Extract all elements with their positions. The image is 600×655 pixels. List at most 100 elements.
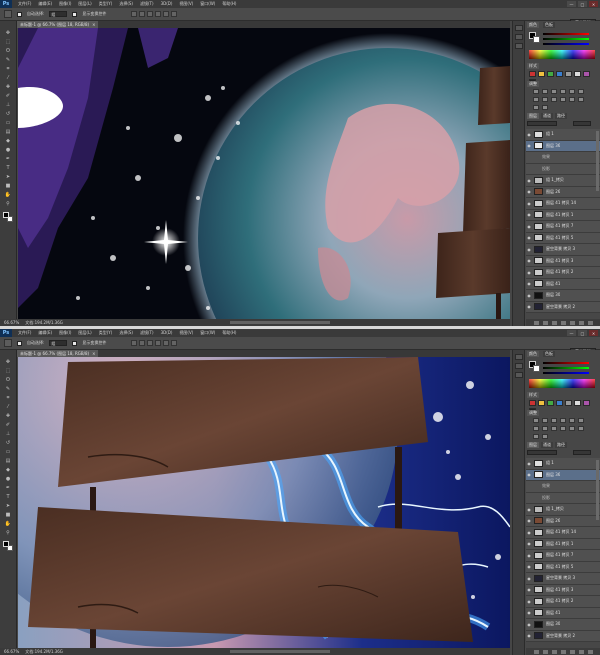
visibility-eye-icon[interactable]: ◉ (526, 212, 532, 217)
visibility-eye-icon[interactable]: ◉ (526, 293, 532, 298)
align-hcenter-icon[interactable] (163, 11, 170, 17)
align-bottom-icon[interactable] (147, 340, 154, 346)
tab-styles[interactable]: 样式 (527, 63, 539, 69)
properties-panel-icon[interactable] (515, 43, 523, 49)
tab-channels[interactable]: 通道 (541, 442, 553, 448)
visibility-eye-icon[interactable]: ◉ (526, 178, 532, 183)
visibility-eye-icon[interactable]: ◉ (526, 507, 532, 512)
history-brush-tool-icon[interactable]: ↺ (2, 110, 14, 117)
layer-row[interactable]: ◉ 星空背景 拷贝 3 (526, 244, 600, 256)
foreground-color-swatch[interactable] (3, 212, 9, 218)
visibility-eye-icon[interactable]: ◉ (526, 247, 532, 252)
move-tool-icon[interactable]: ✥ (2, 29, 14, 36)
move-tool-icon[interactable]: ✥ (2, 358, 14, 365)
menu-edit[interactable]: 编辑(E) (38, 1, 52, 7)
tab-adjustments[interactable]: 调整 (527, 81, 539, 87)
menu-file[interactable]: 文件(F) (18, 330, 31, 336)
tab-adjustments[interactable]: 调整 (527, 410, 539, 416)
zoom-tool-icon[interactable]: ⚲ (2, 200, 14, 207)
maximize-button[interactable]: □ (578, 1, 587, 7)
visibility-eye-icon[interactable]: ◉ (526, 610, 532, 615)
link-layers-icon[interactable] (534, 649, 539, 654)
layer-row[interactable]: ◉ 图层 36 (526, 140, 600, 152)
layer-row[interactable]: ◉ 图层 30 (526, 619, 600, 631)
shape-tool-icon[interactable]: ■ (2, 182, 14, 189)
visibility-eye-icon[interactable]: ◉ (526, 472, 532, 477)
visibility-eye-icon[interactable]: ◉ (526, 530, 532, 535)
link-layers-icon[interactable] (534, 320, 539, 325)
menu-type[interactable]: 类型(Y) (99, 330, 113, 336)
layer-row[interactable]: ◉ 图层 41 拷贝 5 (526, 233, 600, 244)
menu-layer[interactable]: 图层(L) (78, 1, 91, 7)
tab-paths[interactable]: 路径 (555, 442, 567, 448)
foreground-color-swatch[interactable] (3, 541, 9, 547)
align-right-icon[interactable] (171, 11, 178, 17)
blue-slider[interactable] (543, 372, 589, 374)
properties-panel-icon[interactable] (515, 372, 523, 378)
adjustment-layer-icon[interactable] (561, 649, 566, 654)
layer-row[interactable]: ◉ 图层 41 拷贝 1 (526, 210, 600, 221)
visibility-eye-icon[interactable]: ◉ (526, 270, 532, 275)
visibility-eye-icon[interactable]: ◉ (526, 304, 532, 309)
blend-mode-select[interactable] (527, 450, 557, 455)
layer-row[interactable]: ◉ 图层 36 (526, 469, 600, 481)
layer-row[interactable]: ◉ 图层 41 拷贝 14 (526, 198, 600, 210)
blur-tool-icon[interactable]: ◆ (2, 466, 14, 473)
new-layer-icon[interactable] (579, 320, 584, 325)
minimize-button[interactable]: — (567, 1, 576, 7)
align-right-icon[interactable] (171, 340, 178, 346)
menu-image[interactable]: 图像(I) (59, 1, 71, 7)
eraser-tool-icon[interactable]: ▭ (2, 119, 14, 126)
transform-controls-checkbox[interactable] (72, 11, 78, 17)
align-left-icon[interactable] (155, 340, 162, 346)
visibility-eye-icon[interactable]: ◉ (526, 258, 532, 263)
zoom-level[interactable]: 66.67% (4, 320, 19, 325)
visibility-eye-icon[interactable]: ◉ (526, 633, 532, 638)
tab-channels[interactable]: 通道 (541, 113, 553, 119)
layer-row[interactable]: ◉ 图层 41 拷贝 1 (526, 539, 600, 550)
menu-view[interactable]: 视图(V) (179, 330, 193, 336)
layer-row[interactable]: ◉ 图层 41 (526, 608, 600, 619)
gradient-tool-icon[interactable]: ▤ (2, 128, 14, 135)
crop-tool-icon[interactable]: ⌗ (2, 65, 14, 72)
visibility-eye-icon[interactable]: ◉ (526, 201, 532, 206)
trash-icon[interactable] (588, 320, 593, 325)
adjustment-layer-icon[interactable] (561, 320, 566, 325)
layer-row[interactable]: ◉ 图层 26 (526, 187, 600, 198)
menu-help[interactable]: 帮助(H) (222, 1, 236, 7)
align-vcenter-icon[interactable] (139, 340, 146, 346)
tab-layers[interactable]: 图层 (527, 442, 539, 448)
maximize-button[interactable]: □ (578, 330, 587, 336)
visibility-eye-icon[interactable]: ◉ (526, 564, 532, 569)
auto-select-checkbox[interactable] (17, 340, 22, 346)
move-tool-icon[interactable] (4, 339, 12, 347)
dodge-tool-icon[interactable]: ● (2, 475, 14, 482)
visibility-eye-icon[interactable]: ◉ (526, 143, 532, 148)
type-tool-icon[interactable]: T (2, 493, 14, 500)
eyedropper-tool-icon[interactable]: ⁄ (2, 74, 14, 81)
color-spectrum[interactable] (529, 50, 595, 59)
brush-tool-icon[interactable]: ✐ (2, 92, 14, 99)
menu-window[interactable]: 窗口(W) (200, 330, 215, 336)
trash-icon[interactable] (588, 649, 593, 654)
canvas[interactable] (18, 357, 510, 648)
blue-slider[interactable] (543, 43, 589, 45)
auto-select-dropdown[interactable]: 组 (49, 11, 68, 17)
document-tab[interactable]: 未标题-1 @ 66.7% (图层 18, RGB/8) × (17, 21, 99, 28)
menu-select[interactable]: 选择(S) (119, 1, 133, 7)
menu-filter[interactable]: 滤镜(T) (140, 1, 154, 7)
layers-scrollbar[interactable] (596, 131, 599, 191)
visibility-eye-icon[interactable]: ◉ (526, 224, 532, 229)
tab-color[interactable]: 颜色 (527, 22, 539, 28)
history-panel-icon[interactable] (515, 25, 523, 31)
align-bottom-icon[interactable] (147, 11, 154, 17)
stamp-tool-icon[interactable]: ⊥ (2, 430, 14, 437)
mask-icon[interactable] (552, 649, 557, 654)
pen-tool-icon[interactable]: ✒ (2, 484, 14, 491)
color-bg-swatch[interactable] (533, 36, 540, 43)
document-tab[interactable]: 未标题-1 @ 66.7% (图层 18, RGB/8) × (17, 350, 99, 357)
hand-tool-icon[interactable]: ✋ (2, 520, 14, 527)
menu-layer[interactable]: 图层(L) (78, 330, 91, 336)
move-tool-icon[interactable] (4, 10, 12, 18)
green-slider[interactable] (543, 38, 589, 40)
